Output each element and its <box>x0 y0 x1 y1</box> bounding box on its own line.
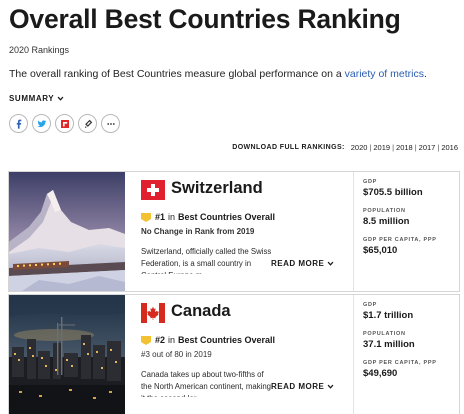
stat-label-gdp-per-capita: GDP PER CAPITA, PPP <box>363 237 437 243</box>
read-more-label: READ MORE <box>271 259 325 268</box>
year-separator: | <box>392 143 395 152</box>
rank-number: #1 <box>155 212 166 222</box>
country-description: Switzerland, officially called the Swiss… <box>141 246 276 274</box>
rank-number: #2 <box>155 335 166 345</box>
rank-in: in <box>168 335 176 345</box>
stat-label-gdp-per-capita: GDP PER CAPITA, PPP <box>363 360 437 366</box>
read-more-button[interactable]: READ MORE <box>271 382 334 391</box>
description-fade: ... <box>196 394 203 397</box>
stat-value-gdp: $1.7 trillion <box>363 310 414 321</box>
share-facebook-button[interactable] <box>9 114 28 133</box>
intro-text-body: The overall ranking of Best Countries me… <box>9 68 345 80</box>
facebook-icon <box>16 119 21 129</box>
share-flipboard-button[interactable] <box>55 114 74 133</box>
year-link-2017[interactable]: 2017 <box>419 143 436 152</box>
chevron-down-icon <box>327 261 334 266</box>
summary-toggle[interactable]: SUMMARY <box>9 94 64 103</box>
medal-icon <box>141 335 151 345</box>
description-text: Canada takes up about two-fifths of the … <box>141 370 272 397</box>
country-stats: GDP $705.5 billion POPULATION 8.5 millio… <box>353 172 461 291</box>
description-fade: ... <box>202 271 209 274</box>
summary-label: SUMMARY <box>9 94 55 103</box>
link-icon <box>84 119 92 128</box>
country-name-link[interactable]: Switzerland <box>171 179 263 198</box>
download-rankings-bar: DOWNLOAD FULL RANKINGS: 2020 | 2019 | 2018… <box>232 143 458 152</box>
country-name-link[interactable]: Canada <box>171 302 231 321</box>
page-title: Overall Best Countries Ranking <box>9 4 401 34</box>
year-link-2019[interactable]: 2019 <box>373 143 390 152</box>
country-card-body: Switzerland #1 in Best Countries Overall… <box>134 172 352 291</box>
chevron-down-icon <box>57 96 64 101</box>
country-card-canada: Canada #2 in Best Countries Overall #3 o… <box>8 294 460 414</box>
previous-rank-note: #3 out of 80 in 2019 <box>141 350 212 359</box>
stat-label-gdp: GDP <box>363 302 378 308</box>
switzerland-flag-icon <box>141 180 165 200</box>
year-link-2016[interactable]: 2016 <box>441 143 458 152</box>
rank-in: in <box>168 212 176 222</box>
year-separator: | <box>414 143 417 152</box>
download-label: DOWNLOAD FULL RANKINGS: <box>232 144 345 151</box>
stat-label-population: POPULATION <box>363 208 406 214</box>
city-skyline-image <box>9 295 125 414</box>
year-separator: | <box>437 143 440 152</box>
year-separator: | <box>369 143 372 152</box>
intro-text-end: . <box>423 68 427 80</box>
rank-category: Best Countries Overall <box>178 335 276 345</box>
rank-line: #2 in Best Countries Overall <box>141 335 275 345</box>
country-card-switzerland: Switzerland #1 in Best Countries Overall… <box>8 171 460 292</box>
country-description: Canada takes up about two-fifths of the … <box>141 369 276 397</box>
stat-value-population: 8.5 million <box>363 216 410 227</box>
stat-value-gdp-per-capita: $65,010 <box>363 245 398 256</box>
twitter-icon <box>36 119 46 127</box>
flipboard-icon <box>60 119 69 128</box>
copy-link-button[interactable] <box>78 114 97 133</box>
read-more-button[interactable]: READ MORE <box>271 259 334 268</box>
country-stats: GDP $1.7 trillion POPULATION 37.1 millio… <box>353 295 461 414</box>
stat-label-population: POPULATION <box>363 331 406 337</box>
intro-text: The overall ranking of Best Countries me… <box>9 68 427 80</box>
rank-category: Best Countries Overall <box>178 212 276 222</box>
share-twitter-button[interactable] <box>32 114 51 133</box>
share-buttons <box>9 114 120 133</box>
canada-flag-icon <box>141 303 165 323</box>
canada-photo[interactable] <box>9 295 125 414</box>
rankings-year-subtitle: 2020 Rankings <box>9 45 70 55</box>
country-card-body: Canada #2 in Best Countries Overall #3 o… <box>134 295 352 414</box>
switzerland-photo[interactable] <box>9 172 125 291</box>
medal-icon <box>141 212 151 222</box>
more-icon <box>106 122 115 125</box>
variety-of-metrics-link[interactable]: variety of metrics <box>345 68 424 80</box>
more-share-options-button[interactable] <box>101 114 120 133</box>
description-text: Switzerland, officially called the Swiss… <box>141 247 272 274</box>
rank-change-note: No Change in Rank from 2019 <box>141 227 255 236</box>
year-link-2020[interactable]: 2020 <box>351 143 368 152</box>
stat-value-gdp-per-capita: $49,690 <box>363 368 398 379</box>
matterhorn-image <box>9 172 125 291</box>
stat-label-gdp: GDP <box>363 179 378 185</box>
stat-value-gdp: $705.5 billion <box>363 187 423 198</box>
year-link-2018[interactable]: 2018 <box>396 143 413 152</box>
chevron-down-icon <box>327 384 334 389</box>
read-more-label: READ MORE <box>271 382 325 391</box>
rank-line: #1 in Best Countries Overall <box>141 212 275 222</box>
stat-value-population: 37.1 million <box>363 339 415 350</box>
